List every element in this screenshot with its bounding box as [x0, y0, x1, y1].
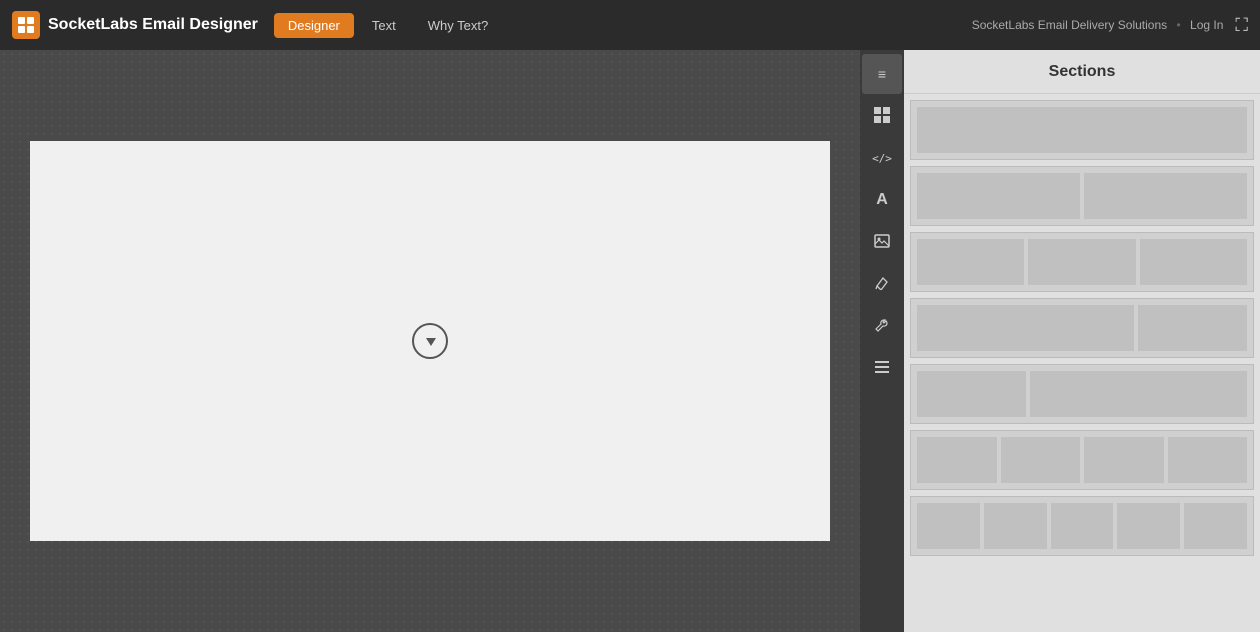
section-layout-5col[interactable] [910, 496, 1254, 556]
expand-button[interactable]: ⛶ [1235, 15, 1248, 36]
sidebar-btn-pen[interactable] [862, 264, 902, 304]
pen-icon [875, 276, 889, 293]
sections-header: Sections [904, 50, 1260, 94]
section-col [984, 503, 1047, 549]
sidebar-btn-image[interactable] [862, 222, 902, 262]
section-layout-2col[interactable] [910, 166, 1254, 226]
tab-whytext[interactable]: Why Text? [414, 13, 502, 38]
list-icon [875, 360, 889, 377]
image-icon [874, 233, 890, 252]
canvas-area [0, 50, 860, 632]
section-col [1084, 173, 1247, 219]
section-col-wide [917, 305, 1134, 351]
nav-tabs: Designer Text Why Text? [274, 13, 502, 38]
sidebar-btn-wrench[interactable] [862, 306, 902, 346]
sections-title: Sections [1049, 63, 1116, 81]
menu-icon: ≡ [878, 66, 886, 82]
section-col [917, 437, 997, 483]
section-col [1168, 437, 1248, 483]
wrench-icon [875, 318, 889, 335]
section-col-narrow [1138, 305, 1247, 351]
section-col [1084, 437, 1164, 483]
section-col [1028, 239, 1135, 285]
sidebar-icon-strip: ≡ </> A [860, 50, 904, 632]
section-col [1051, 503, 1114, 549]
sidebar-btn-code[interactable]: </> [862, 138, 902, 178]
sections-panel: Sections [904, 50, 1260, 632]
email-canvas [30, 141, 830, 541]
app-title: SocketLabs Email Designer [48, 16, 258, 34]
sidebar-btn-text[interactable]: A [862, 180, 902, 220]
sidebar-btn-grid[interactable] [862, 96, 902, 136]
cursor-indicator [412, 323, 448, 359]
sidebar-btn-list[interactable] [862, 348, 902, 388]
grid-icon [874, 107, 890, 126]
topbar: SocketLabs Email Designer Designer Text … [0, 0, 1260, 50]
section-layout-wide-left[interactable] [910, 298, 1254, 358]
section-col [917, 107, 1247, 153]
logo-icon [12, 11, 40, 39]
tab-designer[interactable]: Designer [274, 13, 354, 38]
topbar-right: SocketLabs Email Delivery Solutions • Lo… [972, 18, 1224, 32]
section-col [917, 503, 980, 549]
section-col [1140, 239, 1247, 285]
section-col [1117, 503, 1180, 549]
cursor-arrow-icon [426, 338, 436, 346]
main-area: ≡ </> A [0, 50, 1260, 632]
section-col [917, 239, 1024, 285]
logo-area: SocketLabs Email Designer [12, 11, 258, 39]
section-col-narrow [917, 371, 1026, 417]
right-action[interactable]: Log In [1190, 18, 1223, 32]
section-col [917, 173, 1080, 219]
text-icon: A [876, 191, 888, 209]
section-layout-4col[interactable] [910, 430, 1254, 490]
section-layout-wide-right[interactable] [910, 364, 1254, 424]
section-col [1184, 503, 1247, 549]
section-layout-3col[interactable] [910, 232, 1254, 292]
section-col [1001, 437, 1081, 483]
right-link[interactable]: SocketLabs Email Delivery Solutions [972, 18, 1167, 32]
code-icon: </> [872, 152, 892, 165]
tab-text[interactable]: Text [358, 13, 410, 38]
sections-grid [904, 94, 1260, 632]
sidebar-btn-menu[interactable]: ≡ [862, 54, 902, 94]
section-layout-1col[interactable] [910, 100, 1254, 160]
section-col-wide [1030, 371, 1247, 417]
